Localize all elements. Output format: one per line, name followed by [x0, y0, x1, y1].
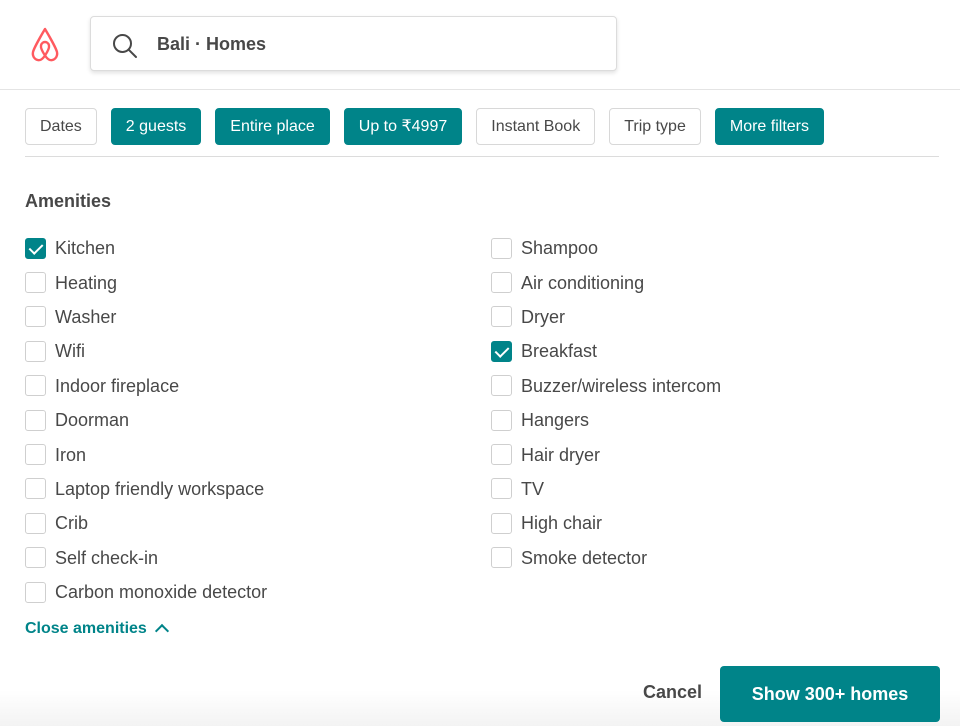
checkbox[interactable] [25, 444, 46, 466]
amenities-title: Amenities [25, 191, 112, 211]
amenity-row[interactable]: Crib [25, 506, 267, 540]
checkbox[interactable] [25, 547, 46, 569]
show-homes-button[interactable]: Show 300+ homes [720, 666, 940, 722]
checkbox[interactable] [25, 409, 46, 431]
checkbox[interactable] [491, 272, 512, 294]
amenity-label[interactable]: High chair [521, 512, 602, 534]
search-box[interactable]: Bali · Homes [90, 16, 617, 71]
checkbox[interactable] [25, 340, 46, 362]
checkbox[interactable] [25, 272, 46, 294]
close-amenities-label[interactable]: Close amenities [25, 620, 147, 638]
amenity-row[interactable]: Carbon monoxide detector [25, 575, 267, 609]
filter-chip-instant-book[interactable]: Instant Book [476, 108, 596, 145]
amenity-label[interactable]: Dryer [521, 306, 565, 328]
amenity-label[interactable]: Doorman [55, 409, 129, 431]
amenity-row[interactable]: Laptop friendly workspace [25, 472, 267, 506]
checkbox[interactable] [491, 375, 512, 397]
header: Bali · Homes [0, 0, 960, 90]
amenity-row[interactable]: Smoke detector [491, 541, 721, 575]
amenity-row[interactable]: Air conditioning [491, 265, 721, 299]
amenity-label[interactable]: Washer [55, 306, 116, 328]
checkbox[interactable] [25, 478, 46, 500]
checkbox[interactable] [25, 512, 46, 534]
checkbox[interactable] [491, 547, 512, 569]
amenity-row[interactable]: Hair dryer [491, 437, 721, 471]
cancel-button[interactable]: Cancel [643, 682, 702, 703]
amenity-label[interactable]: Self check-in [55, 547, 158, 569]
checkbox[interactable] [491, 409, 512, 431]
filter-divider [25, 156, 939, 157]
amenity-label[interactable]: Breakfast [521, 340, 597, 362]
filter-bar: Dates 2 guests Entire place Up to ₹4997 Inst… [25, 108, 838, 145]
amenity-label[interactable]: Wifi [55, 340, 85, 362]
amenity-row[interactable]: Washer [25, 300, 267, 334]
amenity-row[interactable]: Iron [25, 437, 267, 471]
airbnb-logo-icon[interactable] [26, 26, 64, 64]
filter-chip-2-guests[interactable]: 2 guests [110, 108, 202, 145]
amenity-label[interactable]: Iron [55, 444, 86, 466]
filter-chip-trip-type[interactable]: Trip type [609, 108, 701, 145]
amenity-row[interactable]: High chair [491, 506, 721, 540]
amenity-label[interactable]: Kitchen [55, 237, 115, 259]
amenity-label[interactable]: Hangers [521, 409, 589, 431]
amenity-row[interactable]: Doorman [25, 403, 267, 437]
checkbox-checked[interactable] [25, 237, 46, 259]
chevron-up-icon[interactable] [154, 623, 169, 639]
amenity-row[interactable]: Breakfast [491, 334, 721, 368]
checkbox[interactable] [491, 478, 512, 500]
amenity-label[interactable]: TV [521, 478, 544, 500]
search-icon [113, 34, 137, 58]
close-amenities-link[interactable]: Close amenities [25, 620, 169, 639]
amenity-row[interactable]: Kitchen [25, 231, 267, 265]
amenity-label[interactable]: Hair dryer [521, 444, 600, 466]
amenities-column-right: Shampoo Air conditioning Dryer Breakfast Buz… [491, 231, 721, 575]
search-value[interactable]: Bali · Homes [157, 33, 266, 55]
amenity-row[interactable]: Buzzer/wireless intercom [491, 369, 721, 403]
amenity-row[interactable]: Shampoo [491, 231, 721, 265]
amenity-label[interactable]: Carbon monoxide detector [55, 581, 267, 603]
filter-chip-dates[interactable]: Dates [25, 108, 97, 145]
amenity-row[interactable]: TV [491, 472, 721, 506]
checkbox[interactable] [25, 581, 46, 603]
amenity-row[interactable]: Indoor fireplace [25, 369, 267, 403]
amenity-label[interactable]: Laptop friendly workspace [55, 478, 264, 500]
checkbox[interactable] [25, 375, 46, 397]
amenity-label[interactable]: Crib [55, 512, 88, 534]
amenities-column-left: Kitchen Heating Washer Wifi Indoor fireplace… [25, 231, 267, 609]
amenity-label[interactable]: Smoke detector [521, 547, 647, 569]
amenity-row[interactable]: Wifi [25, 334, 267, 368]
filter-chip-more-filters[interactable]: More filters [714, 108, 824, 145]
filter-chip-up-to-4997[interactable]: Up to ₹4997 [343, 108, 463, 145]
amenity-label[interactable]: Shampoo [521, 237, 598, 259]
amenity-label[interactable]: Indoor fireplace [55, 375, 179, 397]
amenity-row[interactable]: Hangers [491, 403, 721, 437]
amenity-row[interactable]: Self check-in [25, 541, 267, 575]
amenity-row[interactable]: Dryer [491, 300, 721, 334]
checkbox[interactable] [491, 237, 512, 259]
amenity-label[interactable]: Air conditioning [521, 272, 644, 294]
amenity-label[interactable]: Heating [55, 272, 117, 294]
checkbox-checked[interactable] [491, 340, 512, 362]
amenity-label[interactable]: Buzzer/wireless intercom [521, 375, 721, 397]
checkbox[interactable] [491, 306, 512, 328]
checkbox[interactable] [491, 444, 512, 466]
filter-chip-entire-place[interactable]: Entire place [215, 108, 330, 145]
amenity-row[interactable]: Heating [25, 265, 267, 299]
checkbox[interactable] [25, 306, 46, 328]
checkbox[interactable] [491, 512, 512, 534]
